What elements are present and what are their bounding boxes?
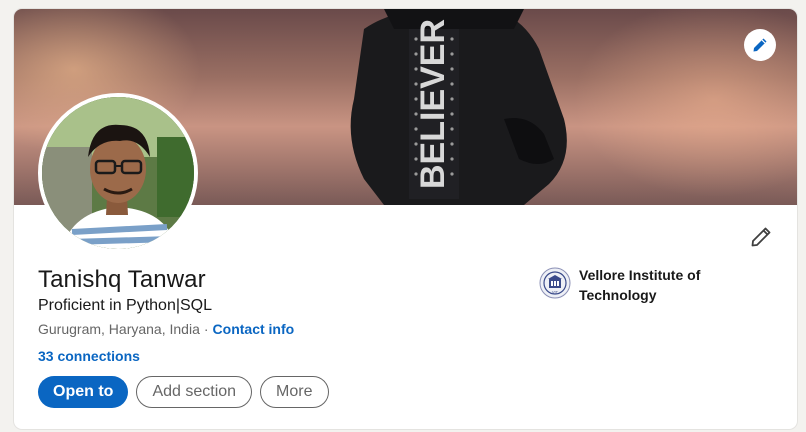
- pencil-icon: [753, 38, 767, 52]
- profile-location: Gurugram, Haryana, India: [38, 321, 200, 337]
- profile-card: BELIEVER Tanishq Tanwar Proficient in Py…: [14, 9, 797, 429]
- edit-intro-button[interactable]: [747, 223, 775, 251]
- education-name: Vellore Institute of Technology: [579, 267, 701, 303]
- svg-text:VIT: VIT: [552, 290, 559, 295]
- education-entry[interactable]: VIT Vellore Institute of Technology: [539, 265, 729, 305]
- pencil-icon: [751, 227, 771, 247]
- connections-link[interactable]: 33 connections: [38, 348, 140, 364]
- location-line: Gurugram, Haryana, India · Contact info: [38, 321, 294, 337]
- profile-headline: Proficient in Python|SQL: [38, 297, 213, 314]
- add-section-button[interactable]: Add section: [136, 376, 253, 408]
- vit-logo-icon: VIT: [539, 267, 571, 299]
- banner-figure-silhouette: BELIEVER: [350, 9, 567, 205]
- profile-actions: Open to Add section More: [38, 376, 329, 408]
- banner-text-believer: BELIEVER: [414, 19, 452, 189]
- open-to-button[interactable]: Open to: [38, 376, 129, 408]
- profile-avatar[interactable]: [38, 93, 198, 253]
- edit-banner-button[interactable]: [744, 29, 776, 61]
- more-button[interactable]: More: [260, 376, 329, 408]
- contact-info-link[interactable]: Contact info: [213, 321, 295, 337]
- location-separator: ·: [203, 321, 209, 337]
- avatar-photo: [42, 97, 194, 249]
- profile-name: Tanishq Tanwar: [38, 266, 206, 293]
- svg-text:BELIEVER: BELIEVER: [414, 19, 452, 189]
